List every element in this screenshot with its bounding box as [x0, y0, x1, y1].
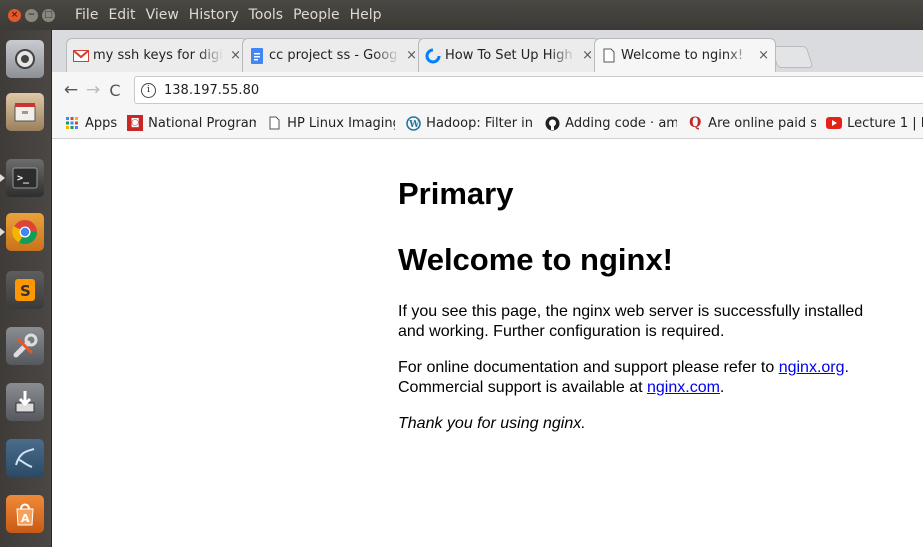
browser-toolbar: ← → C i 138.197.55.80 — [52, 72, 923, 108]
app-menu: File Edit View History Tools People Help — [70, 7, 387, 23]
svg-text:S: S — [20, 282, 31, 300]
support-paragraph: For online documentation and support ple… — [398, 358, 868, 398]
software-center-icon[interactable]: A — [6, 495, 44, 533]
svg-text:W: W — [408, 120, 420, 130]
settings-icon[interactable] — [6, 40, 44, 78]
window-close-icon[interactable]: × — [8, 8, 21, 22]
tab-google-docs[interactable]: cc project ss - Goog × — [242, 38, 424, 72]
commercial-text: Commercial support is available at — [398, 379, 647, 396]
bookmark-youtube[interactable]: Lecture 1 | Mac — [826, 115, 923, 131]
nptel-icon: ◙ — [127, 115, 144, 131]
tab-title: How To Set Up High — [445, 48, 573, 63]
commercial-text-end: . — [719, 379, 725, 396]
bookmark-quora[interactable]: Q Are online paid s — [687, 115, 816, 131]
intro-paragraph: If you see this page, the nginx web serv… — [398, 303, 864, 340]
menu-people[interactable]: People — [288, 7, 345, 23]
reload-icon[interactable]: C — [104, 81, 126, 100]
tab-close-icon[interactable]: × — [758, 48, 769, 63]
tab-digitalocean[interactable]: How To Set Up High × — [418, 38, 600, 72]
window-minimize-icon[interactable]: − — [25, 8, 38, 22]
running-indicator-icon — [0, 228, 5, 236]
bookmark-label: Are online paid s — [708, 115, 817, 131]
page-heading-primary: Primary — [398, 176, 514, 211]
youtube-icon — [826, 115, 843, 131]
nginx-welcome-content: Primary Welcome to nginx! If you see thi… — [398, 139, 868, 434]
back-arrow-icon[interactable]: ← — [60, 80, 82, 100]
tab-close-icon[interactable]: × — [230, 48, 241, 63]
menu-tools[interactable]: Tools — [244, 7, 289, 23]
new-tab-button[interactable] — [770, 46, 814, 68]
bookmark-label: National Program — [148, 115, 257, 131]
bookmark-label: HP Linux Imaging — [287, 115, 396, 131]
bookmark-github[interactable]: Adding code · am — [544, 115, 677, 131]
wordpress-icon: W — [405, 115, 421, 131]
github-icon — [544, 115, 560, 131]
window-controls: × − □ — [0, 8, 70, 22]
page-title: Welcome to nginx! — [398, 242, 674, 277]
menu-view[interactable]: View — [141, 7, 184, 23]
support-text-end: . — [844, 359, 849, 376]
unity-launcher: >_ S A — [0, 30, 52, 547]
nginx-com-link[interactable]: nginx.com — [647, 379, 720, 396]
support-text: For online documentation and support ple… — [398, 359, 779, 376]
bookmark-hadoop[interactable]: W Hadoop: Filter in — [405, 115, 534, 131]
terminal-icon[interactable]: >_ — [6, 159, 44, 197]
nginx-org-link[interactable]: nginx.org — [779, 359, 845, 376]
menu-edit[interactable]: Edit — [103, 7, 140, 23]
thanks-paragraph: Thank you for using nginx. — [398, 415, 586, 432]
installer-icon[interactable] — [6, 383, 44, 421]
tab-title: Welcome to nginx! — [621, 48, 744, 63]
bookmark-label: Hadoop: Filter in — [426, 115, 534, 131]
tab-strip: my ssh keys for digi × cc project ss - G… — [52, 30, 923, 72]
tab-title: cc project ss - Goog — [269, 48, 398, 63]
mysql-workbench-icon[interactable] — [6, 439, 44, 477]
digitalocean-icon — [425, 48, 441, 64]
tab-close-icon[interactable]: × — [582, 48, 593, 63]
bookmark-hp-linux[interactable]: HP Linux Imaging — [266, 115, 395, 131]
bookmark-apps[interactable]: Apps — [64, 115, 117, 131]
sublime-text-icon[interactable]: S — [6, 271, 44, 309]
svg-text:A: A — [21, 512, 30, 525]
page-icon — [266, 115, 282, 131]
menu-file[interactable]: File — [70, 7, 103, 23]
ubuntu-menu-bar: × − □ File Edit View History Tools Peopl… — [0, 0, 923, 30]
tab-gmail[interactable]: my ssh keys for digi × — [66, 38, 248, 72]
web-page-viewport: Primary Welcome to nginx! If you see thi… — [52, 139, 923, 547]
bookmark-national-program[interactable]: ◙ National Program — [127, 115, 256, 131]
chrome-icon[interactable] — [6, 213, 44, 251]
bookmark-label: Apps — [85, 115, 118, 131]
files-icon[interactable] — [6, 93, 44, 131]
gmail-icon — [73, 48, 89, 64]
apps-grid-icon — [64, 115, 80, 131]
tab-close-icon[interactable]: × — [406, 48, 417, 63]
google-docs-icon — [249, 47, 265, 64]
svg-text:>_: >_ — [17, 173, 30, 184]
info-icon[interactable]: i — [141, 82, 156, 98]
system-tools-icon[interactable] — [6, 327, 44, 365]
menu-help[interactable]: Help — [345, 7, 387, 23]
bookmark-label: Lecture 1 | Mac — [847, 115, 923, 131]
menu-history[interactable]: History — [184, 7, 244, 23]
bookmarks-bar: Apps ◙ National Program HP Linux Imaging… — [52, 108, 923, 139]
tab-nginx-active[interactable]: Welcome to nginx! × — [594, 38, 776, 72]
quora-icon: Q — [689, 115, 702, 131]
address-url: 138.197.55.80 — [164, 82, 260, 98]
bookmark-label: Adding code · am — [565, 115, 678, 131]
address-bar[interactable]: i 138.197.55.80 — [134, 76, 923, 104]
tab-title: my ssh keys for digi — [93, 48, 223, 63]
forward-arrow-icon[interactable]: → — [82, 80, 104, 100]
running-indicator-icon — [0, 174, 5, 182]
page-icon — [601, 48, 617, 64]
window-maximize-icon[interactable]: □ — [42, 8, 55, 22]
